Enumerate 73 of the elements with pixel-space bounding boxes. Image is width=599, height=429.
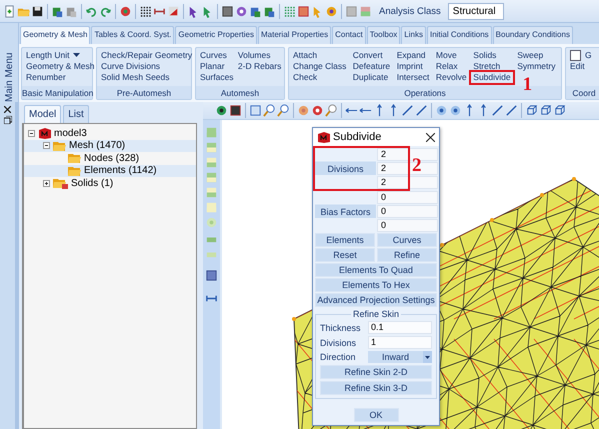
input-field[interactable]: 0 — [377, 205, 438, 218]
collapse-icon[interactable] — [28, 130, 35, 137]
ribbon-tab[interactable]: Boundary Conditions — [492, 26, 573, 44]
ribbon-tab[interactable]: Links — [401, 26, 426, 44]
new-file-icon[interactable] — [3, 4, 16, 18]
tree-row[interactable]: Mesh (1470) — [24, 140, 196, 152]
shape-icon[interactable] — [235, 4, 248, 18]
search-icon[interactable] — [325, 104, 338, 117]
dialog-button[interactable]: Elements To Quad — [315, 263, 437, 277]
dialog-button[interactable]: Refine — [377, 248, 437, 262]
group-title: Pre-Automesh — [97, 86, 191, 99]
zoom-in-icon[interactable] — [263, 104, 276, 117]
group-title: Basic Manipulation — [22, 86, 92, 99]
ribbon-tab[interactable]: Geometric Properties — [175, 26, 257, 44]
tree-label: Elements (1142) — [84, 165, 157, 176]
dialog-title: Subdivide — [333, 131, 382, 143]
ok-button[interactable]: OK — [354, 408, 398, 422]
dialog-button[interactable]: Curves — [377, 233, 437, 247]
zoom-out-icon[interactable] — [277, 104, 290, 117]
tree-label: Nodes (328) — [84, 152, 140, 164]
zoom-box-icon[interactable] — [249, 104, 262, 117]
panel-tab[interactable]: Model — [24, 105, 62, 123]
app-icon — [317, 132, 330, 142]
folder-icon — [53, 178, 68, 189]
input-field[interactable]: 2 — [377, 176, 438, 189]
model-icon — [38, 128, 51, 139]
expand-icon[interactable] — [43, 180, 50, 187]
input-field[interactable]: 0.1 — [368, 321, 432, 334]
caret-icon — [73, 53, 80, 58]
dialog-button[interactable]: Advanced Projection Settings — [315, 293, 437, 307]
input-field[interactable]: 0 — [377, 219, 438, 232]
panel-tab[interactable]: List — [63, 105, 89, 123]
tree-label: Mesh (1470) — [69, 140, 126, 152]
tree-row[interactable]: Elements (1142) — [24, 164, 196, 177]
group-title: Refine Skin — [352, 309, 400, 319]
ribbon-tab[interactable]: Material Properties — [258, 26, 332, 44]
folder-icon — [68, 153, 81, 164]
eye-icon[interactable] — [215, 104, 228, 117]
collapse-icon[interactable] — [43, 142, 50, 150]
ribbon-tab[interactable]: Contact — [332, 26, 366, 44]
field-label: Direction — [320, 352, 357, 362]
ribbon-tab[interactable]: Toolbox — [366, 26, 400, 44]
group-title: Coord — [566, 86, 599, 99]
folder-icon — [53, 140, 66, 151]
input-field[interactable]: 1 — [368, 336, 432, 349]
input-field[interactable]: 0 — [377, 191, 438, 204]
ribbon-tab[interactable]: Geometry & Mesh — [20, 26, 90, 44]
close-icon[interactable] — [4, 106, 11, 113]
field-label: Divisions — [320, 338, 358, 348]
dialog-button[interactable]: Elements To Hex — [315, 278, 437, 292]
dialog-button[interactable]: Refine Skin 3-D — [320, 381, 432, 395]
save-icon[interactable] — [31, 4, 44, 18]
dialog-button[interactable]: Refine Skin 2-D — [320, 365, 432, 379]
folder-icon — [68, 166, 81, 176]
group-title: Automesh — [196, 86, 284, 99]
tree-label: model3 — [54, 128, 87, 139]
main-menu-strip[interactable]: Main Menu — [0, 23, 19, 102]
tree-label: Solids (1) — [71, 178, 114, 189]
ribbon-tab[interactable]: Tables & Coord. Syst. — [91, 26, 174, 44]
restore-icon[interactable] — [4, 116, 12, 124]
analysis-class-field[interactable]: Structural — [448, 2, 504, 20]
target-icon[interactable] — [311, 104, 324, 117]
dialog-button[interactable]: Elements — [315, 233, 375, 247]
field-label: Analysis Class — [379, 6, 441, 16]
ribbon-tab[interactable]: Initial Conditions — [426, 26, 492, 44]
tree-row[interactable]: model3 — [24, 127, 196, 140]
direction-select[interactable]: Inward — [368, 351, 432, 363]
close-icon[interactable] — [426, 132, 435, 142]
tree-row[interactable]: Solids (1) — [24, 177, 196, 190]
dialog-button[interactable]: Reset — [315, 248, 375, 262]
caret-icon — [423, 351, 432, 363]
tree-row[interactable]: Nodes (328) — [24, 152, 196, 164]
field-label: Thickness — [320, 322, 362, 332]
